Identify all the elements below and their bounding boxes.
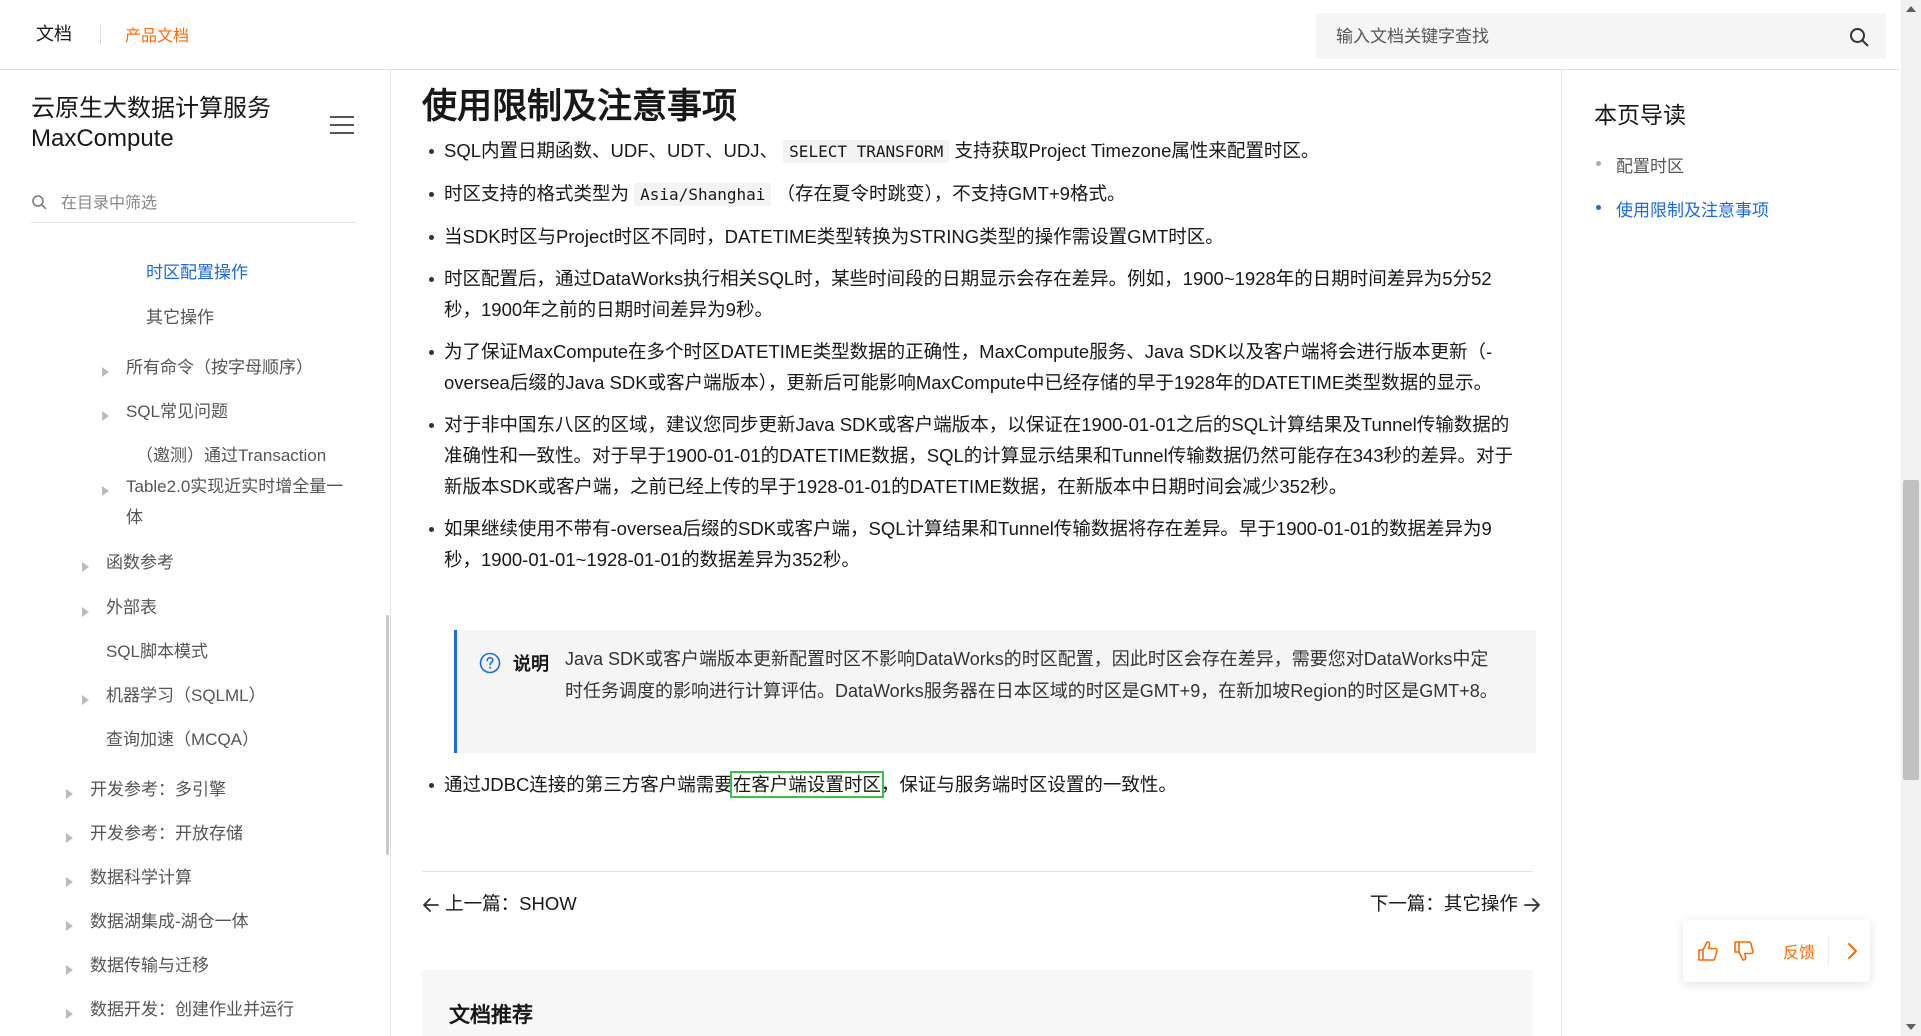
question-circle-icon: [479, 652, 501, 674]
expand-arrow-icon[interactable]: [82, 695, 89, 705]
sidebar-filter-input[interactable]: [59, 186, 343, 222]
expand-arrow-icon[interactable]: [82, 607, 89, 617]
page-title: 使用限制及注意事项: [422, 87, 738, 126]
sidebar-item-all-commands[interactable]: 所有命令（按字母顺序）: [126, 352, 313, 383]
product-docs-link[interactable]: 产品文档: [125, 22, 189, 46]
arrow-left-icon: [423, 898, 439, 913]
toc-item-restrictions[interactable]: 使用限制及注意事项: [1596, 196, 1769, 221]
sidebar-item-lakehouse[interactable]: 数据湖集成-湖仓一体: [90, 906, 249, 937]
sidebar-item-transaction-table[interactable]: （邀测）通过Transaction Table2.0实现近实时增全量一体: [126, 440, 346, 533]
search-input[interactable]: [1334, 13, 1818, 61]
sidebar-item-data-science[interactable]: 数据科学计算: [90, 862, 192, 893]
sidebar-item-external-tables[interactable]: 外部表: [106, 592, 157, 623]
chevron-right-icon[interactable]: [1839, 938, 1865, 964]
expand-arrow-icon[interactable]: [102, 367, 109, 377]
thumbs-down-icon[interactable]: [1731, 938, 1757, 964]
toc-title: 本页导读: [1594, 102, 1686, 128]
hamburger-menu-icon[interactable]: [330, 116, 354, 136]
expand-arrow-icon[interactable]: [82, 562, 89, 572]
sidebar-item-sql-faq[interactable]: SQL常见问题: [126, 396, 228, 427]
list-item-text: 为了保证MaxCompute在多个时区DATETIME类型数据的正确性，MaxC…: [444, 341, 1493, 393]
top-bar: 文档 产品文档: [0, 0, 1900, 70]
prev-article-label: 上一篇：SHOW: [445, 893, 577, 914]
sidebar-item-sql-script[interactable]: SQL脚本模式: [106, 636, 208, 667]
list-item-text: 通过JDBC连接的第三方客户端需要: [444, 774, 733, 795]
expand-arrow-icon[interactable]: [66, 1009, 73, 1019]
scroll-down-arrow-icon[interactable]: [1906, 1024, 1916, 1030]
recommended-docs-section: 文档推荐: [422, 970, 1533, 1036]
list-item-text: 时区配置后，通过DataWorks执行相关SQL时，某些时间段的日期显示会存在差…: [444, 268, 1492, 320]
list-item: 时区支持的格式类型为 Asia/Shanghai （存在夏令时跳变），不支持GM…: [429, 178, 1524, 210]
sidebar-title[interactable]: 云原生大数据计算服务 MaxCompute: [31, 94, 301, 154]
list-item: 对于非中国东八区的区域，建议您同步更新Java SDK或客户端版本，以保证在19…: [429, 409, 1524, 502]
list-item-text: ，保证与服务端时区设置的一致性。: [880, 774, 1177, 795]
expand-arrow-icon[interactable]: [102, 486, 109, 496]
sidebar-item-mcqa[interactable]: 查询加速（MCQA）: [106, 724, 259, 755]
feedback-divider: [1828, 936, 1829, 966]
feedback-label[interactable]: 反馈: [1783, 939, 1815, 963]
toc-item-timezone-config[interactable]: 配置时区: [1596, 152, 1684, 177]
search-box: [1316, 13, 1886, 61]
list-item: SQL内置日期函数、UDF、UDT、UDJ、 SELECT TRANSFORM …: [429, 135, 1524, 167]
sidebar-filter: [31, 186, 356, 223]
main-content: 使用限制及注意事项 SQL内置日期函数、UDF、UDT、UDJ、 SELECT …: [391, 70, 1561, 1036]
list-item: 如果继续使用不带有-oversea后缀的SDK或客户端，SQL计算结果和Tunn…: [429, 513, 1524, 575]
sidebar-item-dev-jobs[interactable]: 数据开发：创建作业并运行: [90, 994, 294, 1025]
highlighted-text: 在客户端设置时区: [729, 771, 884, 798]
expand-arrow-icon[interactable]: [66, 789, 73, 799]
note-box: 说明 Java SDK或客户端版本更新配置时区不影响DataWorks的时区配置…: [454, 630, 1536, 753]
note-text: Java SDK或客户端版本更新配置时区不影响DataWorks的时区配置，因此…: [565, 649, 1498, 701]
expand-arrow-icon[interactable]: [66, 833, 73, 843]
divider: [422, 871, 1533, 872]
prev-article-link[interactable]: 上一篇：SHOW: [422, 890, 577, 916]
next-article-link[interactable]: 下一篇：其它操作: [1370, 890, 1541, 916]
filter-search-icon: [32, 195, 47, 210]
feedback-widget: 反馈: [1683, 920, 1870, 982]
arrow-right-icon: [1524, 898, 1540, 913]
list-item-text: 对于非中国东八区的区域，建议您同步更新Java SDK或客户端版本，以保证在19…: [444, 414, 1514, 497]
next-article-label: 下一篇：其它操作: [1369, 893, 1518, 914]
page-toc: 本页导读 配置时区 使用限制及注意事项: [1561, 70, 1901, 1036]
sidebar-item-timezone-config[interactable]: 时区配置操作: [146, 257, 248, 288]
sidebar-item-open-storage[interactable]: 开发参考：开放存储: [90, 818, 243, 849]
list-item-text: SQL内置日期函数、UDF、UDT、UDJ、: [444, 140, 779, 161]
expand-arrow-icon[interactable]: [66, 921, 73, 931]
thumbs-up-icon[interactable]: [1695, 938, 1721, 964]
list-item-text: 当SDK时区与Project时区不同时，DATETIME类型转换为STRING类…: [444, 226, 1224, 247]
sidebar-item-functions[interactable]: 函数参考: [106, 547, 174, 578]
list-item: 当SDK时区与Project时区不同时，DATETIME类型转换为STRING类…: [429, 221, 1524, 252]
window-scrollbar-thumb[interactable]: [1903, 480, 1919, 780]
docs-link[interactable]: 文档: [36, 20, 72, 46]
sidebar-scrollbar[interactable]: [386, 615, 389, 855]
expand-arrow-icon[interactable]: [66, 877, 73, 887]
search-icon[interactable]: [1848, 26, 1870, 48]
list-item: 通过JDBC连接的第三方客户端需要在客户端设置时区，保证与服务端时区设置的一致性…: [429, 769, 1177, 800]
sidebar-item-data-migration[interactable]: 数据传输与迁移: [90, 950, 209, 981]
list-item: 为了保证MaxCompute在多个时区DATETIME类型数据的正确性，MaxC…: [429, 336, 1524, 398]
inline-code: Asia/Shanghai: [634, 183, 772, 206]
recommended-docs-title: 文档推荐: [449, 1004, 533, 1027]
scroll-up-arrow-icon[interactable]: [1906, 6, 1916, 12]
sidebar: 云原生大数据计算服务 MaxCompute 时区配置操作 其它操作 所有命令（按…: [0, 70, 391, 1036]
list-item-text: （存在夏令时跳变），不支持GMT+9格式。: [776, 183, 1126, 204]
sidebar-item-sqlml[interactable]: 机器学习（SQLML）: [106, 680, 266, 711]
topbar-divider: [100, 24, 101, 44]
sidebar-item-multi-engine[interactable]: 开发参考：多引擎: [90, 774, 226, 805]
expand-arrow-icon[interactable]: [66, 965, 73, 975]
restrictions-list: SQL内置日期函数、UDF、UDT、UDJ、 SELECT TRANSFORM …: [429, 135, 1524, 575]
list-item-text: 时区支持的格式类型为: [444, 183, 630, 204]
list-item: 时区配置后，通过DataWorks执行相关SQL时，某些时间段的日期显示会存在差…: [429, 263, 1524, 325]
expand-arrow-icon[interactable]: [102, 411, 109, 421]
inline-code: SELECT TRANSFORM: [783, 140, 950, 163]
list-item-text: 支持获取Project Timezone属性来配置时区。: [954, 140, 1320, 161]
list-item-text: 如果继续使用不带有-oversea后缀的SDK或客户端，SQL计算结果和Tunn…: [444, 518, 1492, 570]
note-label: 说明: [513, 654, 549, 674]
sidebar-item-other-ops[interactable]: 其它操作: [146, 302, 214, 333]
